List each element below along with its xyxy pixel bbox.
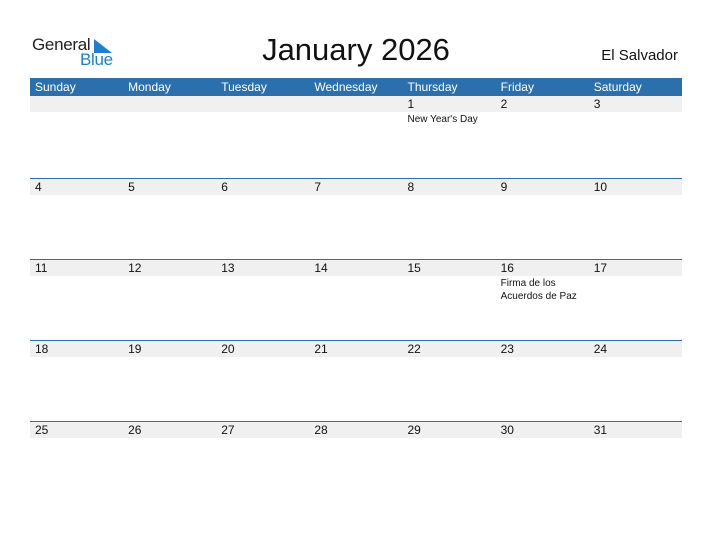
holiday-event	[309, 112, 402, 126]
weekday-header: Sunday Monday Tuesday Wednesday Thursday…	[30, 78, 682, 96]
weekday-wednesday: Wednesday	[314, 80, 378, 94]
holiday-event	[216, 276, 309, 303]
weekday-monday: Monday	[128, 80, 171, 94]
week-row: 18 19 20 21 22 23 24	[30, 340, 682, 421]
day-number: 9	[500, 180, 508, 194]
day-number: 31	[593, 423, 608, 437]
holiday-event	[496, 195, 589, 196]
holiday-event	[496, 112, 589, 126]
holiday-event	[123, 195, 216, 196]
holiday-event	[589, 357, 682, 358]
holiday-event	[589, 438, 682, 439]
holiday-event	[403, 276, 496, 303]
date-strip: 18 19 20 21 22 23 24	[30, 341, 682, 357]
week-row: 1 2 3 New Year's Day	[30, 96, 682, 178]
holiday-event	[30, 112, 123, 126]
events-row	[30, 438, 682, 439]
weekday-sunday: Sunday	[35, 80, 76, 94]
week-row: 25 26 27 28 29 30 31	[30, 421, 682, 502]
holiday-event	[123, 438, 216, 439]
holiday-event	[309, 438, 402, 439]
holiday-event	[30, 195, 123, 196]
day-number: 11	[35, 261, 48, 275]
holiday-event	[216, 357, 309, 358]
day-number	[309, 96, 402, 112]
day-number: 5	[128, 180, 135, 194]
holiday-event	[30, 276, 123, 303]
holiday-event	[589, 276, 682, 303]
day-number: 24	[593, 342, 608, 356]
holiday-event	[309, 276, 402, 303]
day-number: 29	[407, 423, 421, 437]
date-strip: 4 5 6 7 8 9 10	[30, 179, 682, 195]
holiday-event	[403, 195, 496, 196]
day-number: 8	[407, 180, 415, 194]
day-number: 7	[314, 180, 322, 194]
events-row: New Year's Day	[30, 112, 682, 126]
day-number: 15	[407, 261, 421, 275]
holiday-event	[123, 357, 216, 358]
day-number: 6	[221, 180, 228, 194]
day-number: 28	[314, 423, 328, 437]
holiday-event	[403, 438, 496, 439]
day-number: 3	[593, 97, 601, 111]
date-strip: 1 2 3	[30, 96, 682, 112]
holiday-event	[216, 195, 309, 196]
day-number: 22	[407, 342, 421, 356]
day-number: 14	[314, 261, 328, 275]
country-label: El Salvador	[601, 47, 678, 64]
events-row	[30, 195, 682, 196]
day-number: 21	[314, 342, 328, 356]
day-number: 18	[35, 342, 49, 356]
day-number: 27	[221, 423, 235, 437]
day-number: 25	[35, 423, 49, 437]
holiday-event	[30, 438, 123, 439]
events-row: Firma de los Acuerdos de Paz	[30, 276, 682, 303]
holiday-event	[123, 112, 216, 126]
holiday-event	[403, 357, 496, 358]
calendar-grid: Sunday Monday Tuesday Wednesday Thursday…	[30, 78, 682, 502]
holiday-event: Firma de los Acuerdos de Paz	[500, 278, 577, 302]
week-row: 4 5 6 7 8 9 10	[30, 178, 682, 259]
holiday-event	[30, 357, 123, 358]
day-number: 13	[221, 261, 235, 275]
holiday-event	[123, 276, 216, 303]
day-number: 30	[500, 423, 514, 437]
week-row: 11 12 13 14 15 16 17 Firma de los Acuerdos de P…	[30, 259, 682, 340]
events-row	[30, 357, 682, 358]
day-number: 19	[128, 342, 142, 356]
holiday-event	[496, 357, 589, 358]
weekday-tuesday: Tuesday	[221, 80, 267, 94]
day-number: 20	[221, 342, 235, 356]
holiday-event	[216, 112, 309, 126]
holiday-event	[589, 195, 682, 196]
date-strip: 25 26 27 28 29 30 31	[30, 422, 682, 438]
day-number	[216, 96, 309, 112]
day-number: 23	[500, 342, 514, 356]
holiday-event	[589, 112, 682, 126]
weekday-friday: Friday	[500, 80, 534, 94]
day-number	[30, 96, 123, 112]
weekday-saturday: Saturday	[593, 80, 642, 94]
weekday-thursday: Thursday	[407, 80, 458, 94]
holiday-event	[216, 438, 309, 439]
day-number: 2	[500, 97, 508, 111]
date-strip: 11 12 13 14 15 16 17	[30, 260, 682, 276]
day-number	[123, 96, 216, 112]
holiday-event	[496, 438, 589, 439]
holiday-event	[309, 357, 402, 358]
holiday-event	[309, 195, 402, 196]
day-number: 1	[407, 97, 415, 111]
day-number: 10	[593, 180, 608, 194]
day-number: 26	[128, 423, 142, 437]
day-number: 17	[593, 261, 608, 275]
day-number: 16	[500, 261, 514, 275]
holiday-event: New Year's Day	[407, 114, 478, 125]
day-number: 4	[35, 180, 42, 194]
day-number: 12	[128, 261, 142, 275]
